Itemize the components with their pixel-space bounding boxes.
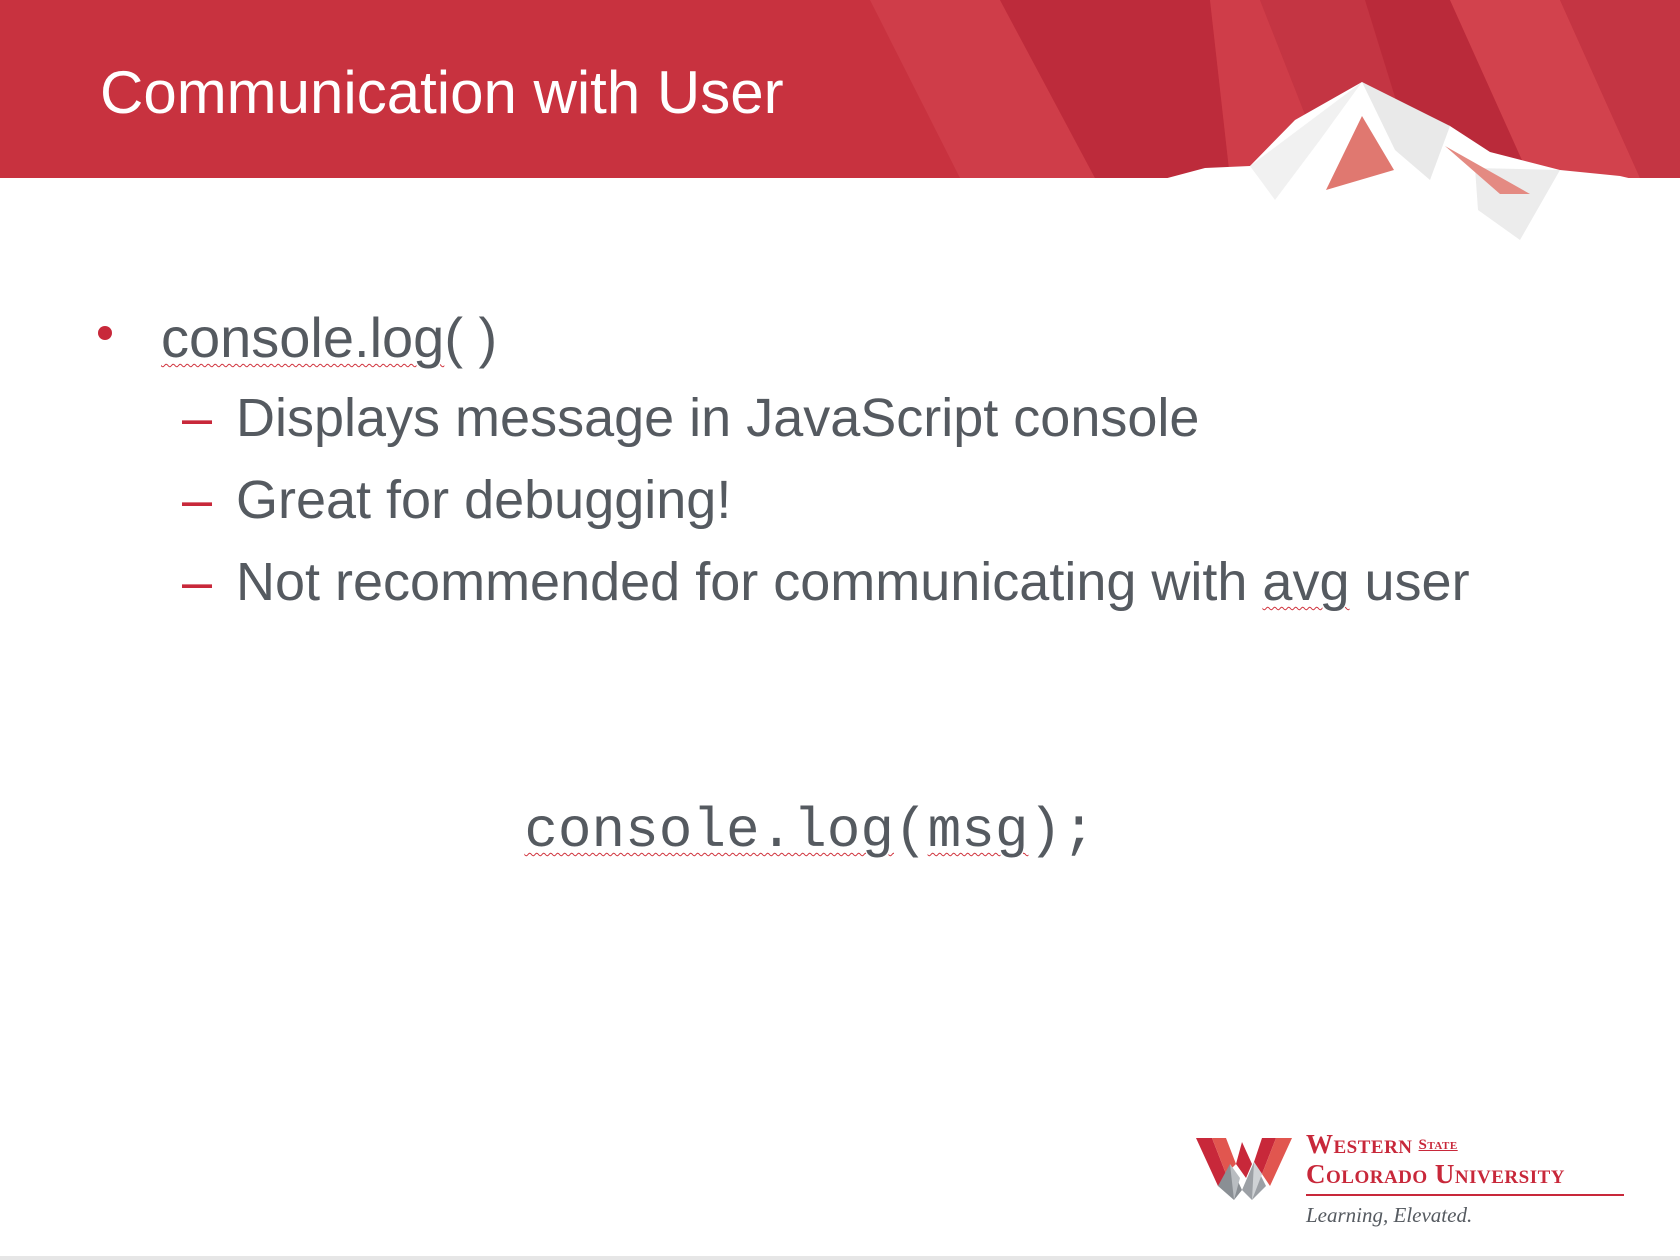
- logo-divider: [1306, 1194, 1624, 1196]
- bullet-text: console.log( ): [161, 306, 497, 370]
- university-logo: Western State Colorado University Learnin…: [1196, 1128, 1636, 1234]
- slide: Communication with User console.log( ) –…: [0, 0, 1680, 1260]
- logo-western: Western: [1306, 1129, 1413, 1159]
- spellcheck-word: console.log: [161, 306, 445, 369]
- sub-bullet-2: Great for debugging!: [236, 470, 732, 530]
- code-paren-open: (: [894, 799, 928, 863]
- code-example: console.log(msg);: [0, 796, 1680, 866]
- code-paren-close: );: [1028, 799, 1096, 863]
- sub-bullet-3-start: Not recommended for communicating with: [236, 552, 1263, 612]
- w-mountain-logo-icon: [1196, 1138, 1292, 1200]
- code-argument: msg: [927, 799, 1029, 863]
- bullet-text-rest: ( ): [444, 306, 498, 369]
- logo-line-1: Western State: [1306, 1128, 1458, 1161]
- logo-line-2: Colorado University: [1306, 1159, 1566, 1189]
- bullet-dot-icon: [98, 326, 112, 340]
- spellcheck-word: avg: [1262, 552, 1350, 612]
- slide-content: console.log( ) – Displays message in Jav…: [0, 0, 1680, 1260]
- dash-icon: –: [182, 388, 213, 448]
- sub-bullet-3-end: user: [1349, 552, 1470, 612]
- sub-bullet-3: Not recommended for communicating with a…: [236, 550, 1470, 614]
- logo-state: State: [1418, 1137, 1458, 1153]
- dash-icon: –: [182, 470, 213, 530]
- code-function: console.log: [524, 799, 894, 863]
- dash-icon: –: [182, 552, 213, 612]
- code-text: console.log(msg);: [524, 796, 1095, 866]
- sub-bullet-1: Displays message in JavaScript console: [236, 388, 1200, 448]
- logo-tagline: Learning, Elevated.: [1306, 1203, 1473, 1227]
- slide-bottom-edge: [0, 1256, 1680, 1260]
